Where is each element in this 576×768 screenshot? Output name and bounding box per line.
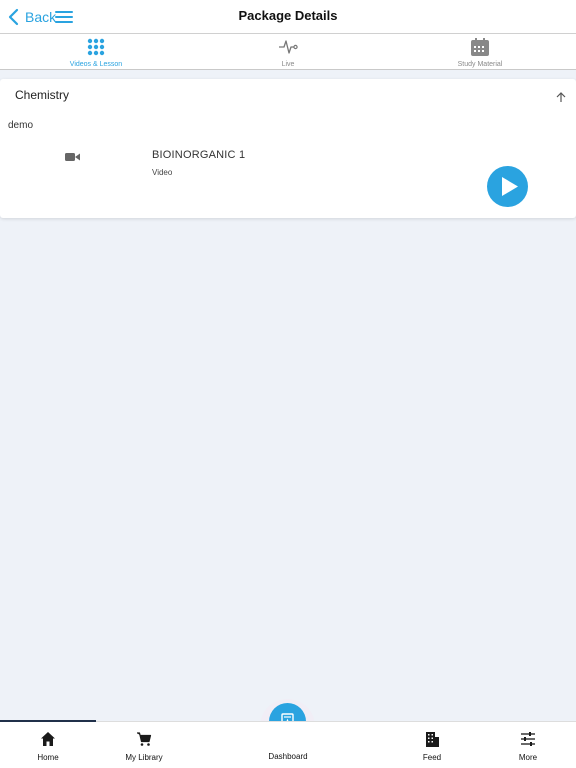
group-label: demo xyxy=(8,120,34,131)
tab-label: Videos & Lesson xyxy=(69,61,123,68)
section-title: Chemistry xyxy=(15,88,70,102)
navigation-bar: Back Package Details xyxy=(0,0,576,34)
lesson-type: Video xyxy=(152,168,173,177)
arrow-up-icon[interactable] xyxy=(555,91,567,103)
tab-live[interactable]: Live xyxy=(192,34,384,69)
bottom-tab-label: My Library xyxy=(125,753,163,762)
bottom-tab-my-library[interactable]: My Library xyxy=(96,722,192,768)
bottom-tab-feed[interactable]: Feed xyxy=(384,722,480,768)
tab-study-material[interactable]: Study Material xyxy=(384,34,576,69)
tab-videos-lesson[interactable]: Videos & Lesson xyxy=(0,34,192,69)
content-tabs: Videos & Lesson Live Study Material xyxy=(0,34,576,70)
video-camera-icon xyxy=(65,153,80,161)
page-title: Package Details xyxy=(238,8,338,23)
lesson-title: BIOINORGANIC 1 xyxy=(152,149,246,161)
dashboard-label: Dashboard xyxy=(268,752,308,761)
bottom-tab-more[interactable]: More xyxy=(480,722,576,768)
tab-label: Live xyxy=(281,61,295,68)
bottom-tab-label: Home xyxy=(37,753,59,762)
bottom-tab-home[interactable]: Home xyxy=(0,722,96,768)
grid-dots-icon xyxy=(87,38,105,56)
bottom-tab-label: Feed xyxy=(422,753,442,762)
sliders-icon xyxy=(521,732,535,746)
pulse-icon xyxy=(279,40,298,54)
building-icon xyxy=(426,732,439,747)
tab-label: Study Material xyxy=(457,61,503,68)
bottom-tab-label: More xyxy=(518,753,538,762)
play-button[interactable] xyxy=(487,166,528,207)
section-card: Chemistry demo BIOINORGANIC 1 Video xyxy=(0,79,576,218)
list-item[interactable]: BIOINORGANIC 1 Video xyxy=(0,145,576,207)
cart-icon xyxy=(137,732,152,746)
play-icon xyxy=(502,177,518,196)
calendar-icon xyxy=(471,38,489,56)
home-icon xyxy=(41,732,55,746)
